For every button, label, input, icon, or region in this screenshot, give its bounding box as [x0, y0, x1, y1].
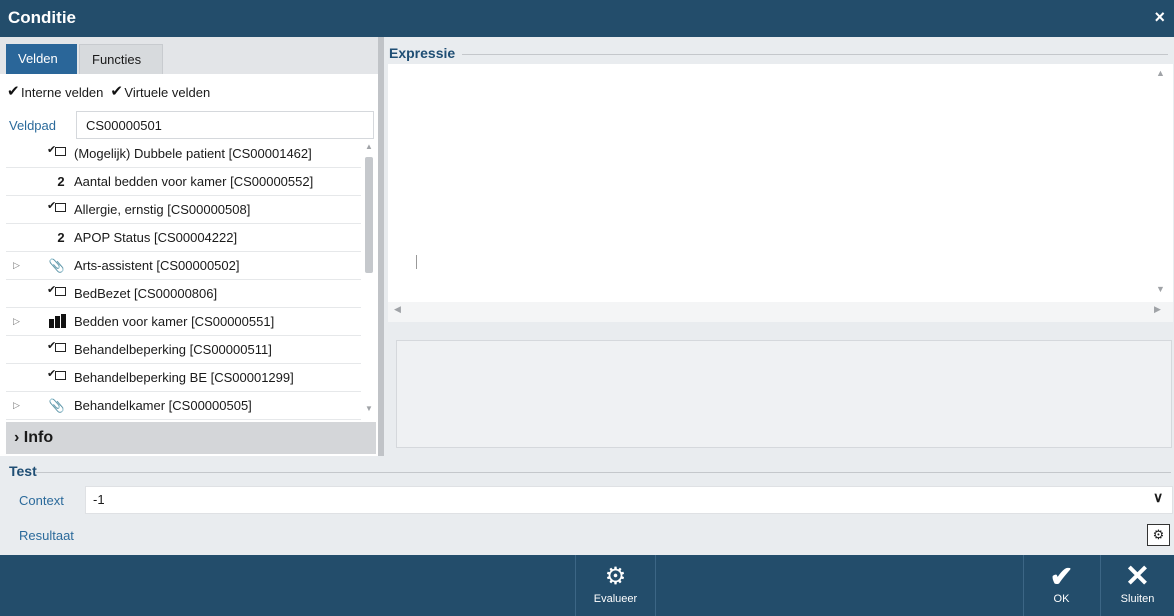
checkbox-icon: ✔: [46, 284, 68, 301]
context-label: Context: [19, 493, 64, 508]
evaluate-label: Evalueer: [593, 593, 638, 605]
field-label: BedBezet [CS00000806]: [74, 286, 218, 301]
virtual-fields-label: Virtuele velden: [124, 84, 211, 100]
checkmark-icon: [110, 82, 123, 100]
expand-arrow-icon[interactable]: ▷: [13, 400, 20, 411]
checkmark-icon: ✔: [1049, 561, 1074, 592]
scroll-right-icon[interactable]: ▶: [1154, 304, 1161, 315]
scroll-down-icon[interactable]: ▼: [365, 404, 373, 413]
field-label: Behandelbeperking BE [CS00001299]: [74, 370, 294, 385]
field-label: Bedden voor kamer [CS00000551]: [74, 314, 275, 329]
number-icon: 2: [57, 230, 65, 245]
context-select[interactable]: -1: [85, 486, 1173, 514]
field-label: (Mogelijk) Dubbele patient [CS00001462]: [74, 146, 312, 161]
list-item[interactable]: ▷ Bedden voor kamer [CS00000551]: [6, 308, 361, 336]
expand-arrow-icon[interactable]: ▷: [13, 260, 20, 271]
expression-editor[interactable]: ▲ ▼ ◀ ▶: [388, 64, 1173, 322]
tab-velden[interactable]: Velden: [6, 44, 77, 74]
veldpad-input[interactable]: CS00000501: [76, 111, 374, 139]
divider: [36, 472, 1171, 473]
left-panel: Velden Functies Interne velden Virtuele …: [0, 37, 381, 456]
close-icon: ✕: [1124, 560, 1151, 593]
field-filter-checkboxes: Interne velden Virtuele velden: [7, 81, 211, 103]
close-icon[interactable]: ×: [1154, 7, 1165, 28]
title-bar: Conditie ×: [0, 0, 1174, 37]
number-icon: 2: [57, 174, 65, 189]
list-item[interactable]: ✔ Behandelbeperking [CS00000511]: [6, 336, 361, 364]
veldpad-label: Veldpad: [9, 118, 56, 133]
result-label: Resultaat: [19, 528, 74, 543]
field-label: Arts-assistent [CS00000502]: [74, 258, 240, 273]
tab-bar: Velden Functies: [0, 37, 381, 74]
scroll-up-icon[interactable]: ▲: [365, 142, 373, 151]
checkmark-icon: [7, 82, 20, 100]
list-item[interactable]: ✔ Behandelbeperking BE [CS00001299]: [6, 364, 361, 392]
field-label: Aantal bedden voor kamer [CS00000552]: [74, 174, 314, 189]
list-item[interactable]: ✔ Allergie, ernstig [CS00000508]: [6, 196, 361, 224]
scroll-down-icon[interactable]: ▼: [1156, 284, 1165, 294]
text-caret: [416, 255, 417, 269]
window-title: Conditie: [8, 8, 76, 27]
internal-fields-checkbox[interactable]: Interne velden: [7, 82, 104, 100]
test-label: Test: [9, 463, 37, 479]
close-button[interactable]: ✕ Sluiten: [1100, 555, 1174, 616]
list-item[interactable]: 2 Aantal bedden voor kamer [CS00000552]: [6, 168, 361, 196]
gears-icon: ⚙: [604, 563, 627, 590]
field-label: APOP Status [CS00004222]: [74, 230, 238, 245]
divider: [462, 54, 1168, 55]
list-item[interactable]: 2 APOP Status [CS00004222]: [6, 224, 361, 252]
info-expander[interactable]: › Info: [6, 422, 376, 454]
checkbox-icon: ✔: [46, 340, 68, 357]
scroll-thumb[interactable]: [365, 157, 373, 273]
evaluate-gears-button[interactable]: ⚙: [1147, 524, 1170, 546]
field-label: Behandelkamer [CS00000505]: [74, 398, 252, 413]
list-item[interactable]: ▷ 📎 Arts-assistent [CS00000502]: [6, 252, 361, 280]
internal-fields-label: Interne velden: [21, 84, 104, 100]
expressie-label: Expressie: [389, 45, 456, 61]
checkbox-icon: ✔: [46, 200, 68, 217]
ok-button[interactable]: ✔ OK: [1023, 555, 1099, 616]
expand-arrow-icon[interactable]: ▷: [13, 316, 20, 327]
evaluation-output: [396, 340, 1172, 448]
field-label: Behandelbeperking [CS00000511]: [74, 342, 272, 357]
horizontal-scrollbar[interactable]: [388, 302, 1173, 322]
scroll-left-icon[interactable]: ◀: [394, 304, 401, 315]
bars-icon: [46, 314, 68, 331]
scroll-up-icon[interactable]: ▲: [1156, 68, 1165, 78]
virtual-fields-checkbox[interactable]: Virtuele velden: [110, 82, 211, 100]
field-list: ✔ (Mogelijk) Dubbele patient [CS00001462…: [6, 140, 361, 420]
panel-splitter[interactable]: [378, 37, 384, 456]
list-item[interactable]: ✔ BedBezet [CS00000806]: [6, 280, 361, 308]
paperclip-icon: 📎: [48, 398, 66, 413]
paperclip-icon: 📎: [48, 258, 66, 273]
checkbox-icon: ✔: [46, 144, 68, 161]
list-item[interactable]: ✔ (Mogelijk) Dubbele patient [CS00001462…: [6, 140, 361, 168]
footer-toolbar: ⚙ Evalueer ✔ OK ✕ Sluiten: [0, 555, 1174, 616]
close-label: Sluiten: [1120, 593, 1155, 605]
chevron-down-icon[interactable]: ∨: [1153, 489, 1163, 506]
checkbox-icon: ✔: [46, 368, 68, 385]
ok-label: OK: [1053, 593, 1070, 605]
evaluate-button[interactable]: ⚙ Evalueer: [575, 555, 656, 616]
list-item[interactable]: ▷ 📎 Behandelkamer [CS00000505]: [6, 392, 361, 420]
field-list-scrollbar[interactable]: ▲ ▼: [362, 140, 376, 420]
field-label: Allergie, ernstig [CS00000508]: [74, 202, 251, 217]
tab-functies[interactable]: Functies: [79, 44, 163, 74]
